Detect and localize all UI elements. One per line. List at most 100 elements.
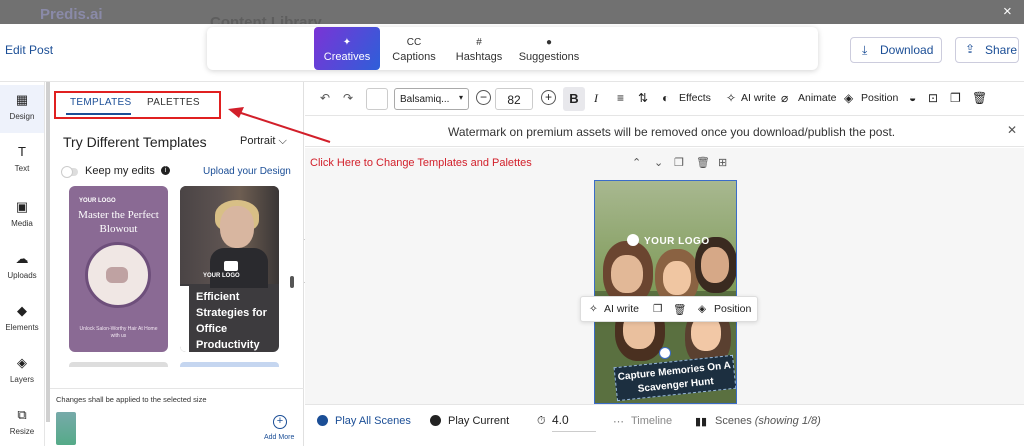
upload-icon: ☁: [15, 251, 29, 266]
add-scene-icon[interactable]: ⊞: [718, 156, 727, 169]
tab-hashtags[interactable]: # Hashtags: [450, 27, 508, 70]
sidebar-item-uploads[interactable]: ☁ Uploads: [0, 244, 44, 292]
play-current-button[interactable]: Play Current: [430, 415, 509, 427]
main-tab-bar: ✦ Creatives CC Captions # Hashtags ● Sug…: [207, 27, 818, 70]
share-button[interactable]: ⇪ Share: [955, 37, 1019, 63]
watermark-text: Watermark on premium assets will be remo…: [448, 125, 896, 139]
media-icon: ▣: [15, 199, 29, 214]
annotation-text: Click Here to Change Templates and Palet…: [310, 157, 532, 169]
background-overlay: [0, 0, 1024, 24]
sidebar-item-label: Text: [14, 164, 30, 173]
design-banner-text[interactable]: Capture Memories On A Scavenger Hunt: [613, 354, 736, 402]
ai-write-button[interactable]: AI write: [604, 303, 639, 315]
sidebar-item-media[interactable]: ▣ Media: [0, 192, 44, 240]
panel-title: Try Different Templates: [63, 134, 207, 150]
keep-edits-toggle[interactable]: [61, 166, 78, 178]
edit-post-title: Edit Post: [5, 43, 54, 57]
line-spacing-icon[interactable]: ⇅: [638, 91, 648, 105]
download-button[interactable]: ⤓ Download: [850, 37, 942, 63]
orientation-dropdown[interactable]: Portrait ⌵: [240, 135, 287, 148]
chevron-down-icon[interactable]: ⌄: [654, 156, 663, 169]
captions-icon: CC: [406, 37, 422, 48]
tab-creatives[interactable]: ✦ Creatives: [314, 27, 380, 70]
sidebar-item-elements[interactable]: ◆ Elements: [0, 296, 44, 344]
design-preview[interactable]: YOUR LOGO Capture Memories On A Scavenge…: [594, 180, 737, 404]
text-color-picker[interactable]: [366, 88, 388, 110]
trash-icon[interactable]: 🗑: [972, 91, 987, 105]
font-size-input[interactable]: 82: [495, 88, 533, 110]
upload-design-link[interactable]: Upload your Design: [203, 166, 291, 177]
template-card[interactable]: YOUR LOGO Master the Perfect Blowout Unl…: [69, 186, 168, 352]
template-card[interactable]: [69, 362, 168, 367]
magic-wand-icon: ✦: [342, 37, 352, 48]
download-icon: ⤓: [862, 43, 868, 57]
panel-scrollbar[interactable]: [290, 276, 294, 288]
align-icon[interactable]: ≡: [617, 91, 624, 105]
orientation-value: Portrait: [240, 135, 276, 147]
trash-icon[interactable]: 🗑: [696, 156, 710, 169]
design-logo-text: YOUR LOGO: [644, 236, 710, 247]
scenes-button[interactable]: Scenes (showing 1/8): [715, 415, 821, 427]
sidebar-item-design[interactable]: ▦ Design: [0, 85, 44, 133]
sidebar-item-text[interactable]: T Text: [0, 137, 44, 185]
editor-toolbar: ↶ ↷ Balsamiq... ▾ − 82 + B I ≡ ⇅ ◐ Effect…: [305, 82, 1024, 116]
increase-size-button[interactable]: +: [541, 90, 556, 105]
effects-button[interactable]: Effects: [679, 92, 711, 104]
template-logo: YOUR LOGO: [79, 198, 116, 204]
add-icon[interactable]: +: [273, 415, 287, 429]
scenes-icon[interactable]: ▮▮: [695, 415, 707, 428]
ai-sparkle-icon[interactable]: ✧: [589, 303, 598, 315]
duplicate-icon[interactable]: ❐: [950, 91, 961, 105]
decrease-size-button[interactable]: −: [476, 90, 491, 105]
design-photo-person: [611, 255, 643, 293]
play-current-label: Play Current: [448, 415, 510, 427]
close-icon[interactable]: ✕: [1007, 123, 1017, 137]
italic-button[interactable]: I: [594, 91, 598, 106]
duration-input[interactable]: 4.0: [552, 410, 596, 432]
info-icon[interactable]: i: [161, 166, 170, 175]
ai-write-button[interactable]: AI write: [741, 92, 776, 104]
position-icon[interactable]: ◈: [844, 91, 853, 105]
position-icon[interactable]: ◈: [698, 303, 706, 315]
stopwatch-icon: ⏱: [537, 415, 546, 427]
position-button[interactable]: Position: [714, 303, 751, 315]
template-card[interactable]: YOUR LOGO Efficient Strategies for Offic…: [180, 186, 279, 352]
template-card[interactable]: [180, 362, 279, 367]
canvas-area: Click Here to Change Templates and Palet…: [305, 148, 1024, 404]
bold-button[interactable]: B: [563, 87, 585, 111]
rotate-handle[interactable]: [659, 347, 671, 359]
opacity-icon[interactable]: ◒: [909, 91, 916, 105]
duplicate-icon[interactable]: ❐: [653, 303, 662, 315]
undo-icon[interactable]: ↶: [320, 91, 330, 105]
animate-button[interactable]: Animate: [798, 92, 837, 104]
tab-captions[interactable]: CC Captions: [385, 27, 443, 70]
close-icon[interactable]: ×: [1003, 3, 1012, 20]
floating-toolbar: ✧ AI write ❐ 🗑 ◈ Position: [580, 296, 758, 322]
redo-icon[interactable]: ↷: [343, 91, 353, 105]
position-button[interactable]: Position: [861, 92, 898, 104]
sidebar-item-resize[interactable]: ⧉ Resize: [0, 400, 44, 446]
watermark-banner: Watermark on premium assets will be remo…: [305, 117, 1024, 147]
layers-icon: ◈: [17, 355, 27, 370]
effects-icon[interactable]: ◐: [662, 91, 669, 105]
animate-icon[interactable]: ⌀: [781, 91, 788, 105]
chevron-up-icon[interactable]: ⌃: [632, 156, 641, 169]
sidebar-item-layers[interactable]: ◈ Layers: [0, 348, 44, 396]
trash-icon[interactable]: 🗑: [673, 303, 686, 316]
template-image-body: [210, 248, 268, 288]
keep-edits-label: Keep my edits: [85, 165, 155, 177]
size-thumbnail[interactable]: [56, 412, 76, 445]
tab-label: Creatives: [323, 51, 371, 63]
ai-sparkle-icon[interactable]: ✧: [726, 91, 736, 105]
timeline-button[interactable]: Timeline: [631, 415, 672, 427]
font-select[interactable]: Balsamiq... ▾: [394, 88, 469, 110]
sidebar-item-label: Elements: [5, 323, 39, 332]
add-more-button[interactable]: Add More: [264, 434, 294, 441]
lock-icon[interactable]: ⊡: [928, 91, 938, 105]
tab-suggestions[interactable]: ● Suggestions: [514, 27, 584, 70]
timeline-icon[interactable]: ⋯: [613, 415, 624, 428]
download-label: Download: [880, 43, 934, 57]
hashtag-icon: #: [476, 37, 482, 48]
play-all-button[interactable]: Play All Scenes: [317, 415, 411, 427]
duplicate-icon[interactable]: ❐: [674, 156, 684, 169]
